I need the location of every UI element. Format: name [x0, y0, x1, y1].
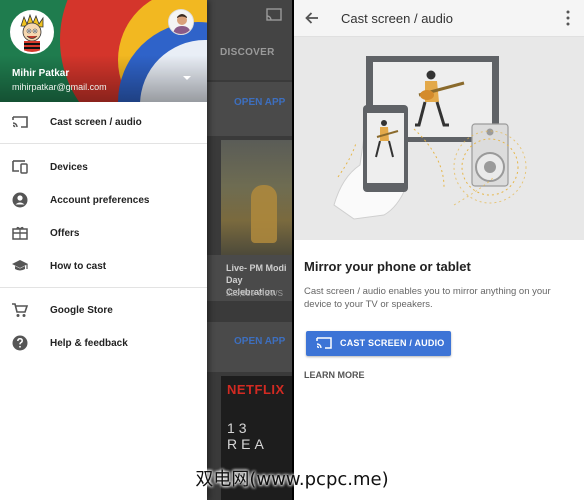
nav-item-label: Account preferences [50, 194, 150, 206]
watermark: 双电网(www.pcpc.me) [0, 455, 584, 500]
learn-more-link[interactable]: LEARN MORE [304, 370, 365, 380]
account-circle-icon [11, 191, 29, 209]
divider [0, 287, 207, 288]
drawer-header: Mihir Patkar mihirpatkar@gmail.com [0, 0, 207, 102]
section-description: Cast screen / audio enables you to mirro… [304, 286, 551, 310]
nav-item-how-to-cast[interactable]: How to cast [0, 251, 207, 281]
devices-icon [11, 158, 29, 176]
background-cast-icon [266, 8, 282, 21]
nav-item-label: Offers [50, 227, 80, 239]
background-video-thumbnail[interactable] [221, 140, 292, 255]
section-heading: Mirror your phone or tablet [304, 259, 471, 274]
watermark-text: 双电网(www.pcpc.me) [195, 468, 389, 490]
background-video-views: 222,959 VIEWS [226, 289, 283, 298]
nav-item-label: Google Store [50, 304, 113, 316]
nav-item-label: Help & feedback [50, 337, 128, 349]
avatar[interactable] [10, 10, 54, 54]
dropdown-arrow-icon[interactable] [182, 74, 192, 82]
nav-item-offers[interactable]: Offers [0, 218, 207, 248]
cart-icon [11, 301, 29, 319]
nav-item-label: How to cast [50, 260, 107, 272]
gift-card-icon [11, 224, 29, 242]
thumbnail-figure [251, 185, 277, 243]
mirror-illustration [333, 56, 527, 220]
secondary-account-avatar[interactable] [168, 9, 194, 35]
right-screenshot: Cast screen / audio Mirror your phone or… [294, 0, 584, 500]
cast-screen-audio-button[interactable]: CAST SCREEN / AUDIO [306, 331, 451, 356]
background-card [207, 322, 292, 372]
help-icon [11, 334, 29, 352]
left-screenshot: DISCOVER OPEN APP Live- PM Modi Day Cele… [0, 0, 292, 500]
navigation-drawer: Mihir Patkar mihirpatkar@gmail.com Cast … [0, 0, 207, 500]
cast-icon [11, 113, 29, 131]
user-name: Mihir Patkar [12, 68, 70, 79]
movie-title: 13 REA [227, 420, 268, 452]
app-toolbar: Cast screen / audio [294, 0, 584, 37]
nav-item-devices[interactable]: Devices [0, 152, 207, 182]
user-email: mihirpatkar@gmail.com [12, 82, 107, 92]
nav-item-account-preferences[interactable]: Account preferences [0, 185, 207, 215]
background-card [207, 82, 292, 136]
cast-button-label: CAST SCREEN / AUDIO [340, 338, 445, 348]
nav-item-google-store[interactable]: Google Store [0, 295, 207, 325]
cast-icon [316, 337, 332, 349]
nav-item-label: Cast screen / audio [50, 116, 142, 128]
back-arrow-icon[interactable] [302, 8, 322, 28]
school-icon [11, 257, 29, 275]
avatar-cartoon-icon [12, 12, 52, 52]
hero-illustration [294, 37, 584, 240]
nav-item-help-feedback[interactable]: Help & feedback [0, 328, 207, 358]
background-open-app-link[interactable]: OPEN APP [234, 97, 285, 108]
background-tab-discover[interactable]: DISCOVER [220, 47, 275, 58]
page-title: Cast screen / audio [341, 11, 454, 26]
background-open-app-link-2[interactable]: OPEN APP [234, 336, 285, 347]
overflow-menu-icon[interactable] [562, 9, 574, 27]
divider [0, 143, 207, 144]
netflix-logo: NETFLIX [227, 382, 285, 397]
nav-item-cast-screen-audio[interactable]: Cast screen / audio [0, 107, 207, 137]
nav-item-label: Devices [50, 161, 88, 173]
